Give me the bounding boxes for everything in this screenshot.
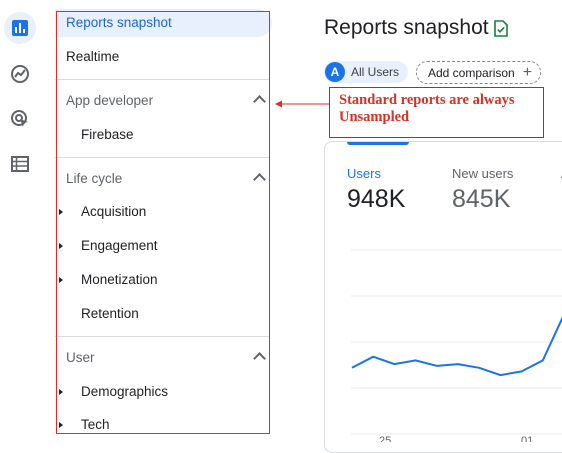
add-comparison-button[interactable]: Add comparison + [416, 61, 542, 84]
caret-right-icon [59, 209, 63, 215]
nav-divider [55, 79, 269, 80]
nav-item-label: Tech [81, 417, 110, 432]
nav-item-tech[interactable]: Tech [55, 411, 272, 439]
nav-item-retention[interactable]: Retention [55, 300, 272, 328]
caret-right-icon [59, 422, 63, 428]
caret-right-icon [59, 243, 63, 249]
nav-item-reports-snapshot[interactable]: Reports snapshot [55, 9, 272, 37]
explore-icon [11, 65, 29, 83]
nav-item-acquisition[interactable]: Acquisition [55, 198, 272, 226]
nav-divider [55, 157, 269, 158]
annotation-line-2: Unsampled [339, 109, 410, 125]
nav-item-realtime[interactable]: Realtime [55, 43, 272, 71]
library-rail-button[interactable] [4, 148, 36, 180]
nav-item-demographics[interactable]: Demographics [55, 378, 272, 406]
nav-item-firebase[interactable]: Firebase [55, 121, 272, 149]
comparison-chip-all-users[interactable]: A All Users [324, 61, 409, 83]
section-title: Life cycle [66, 171, 123, 186]
nav-item-monetization[interactable]: Monetization [55, 266, 272, 294]
nav-item-engagement[interactable]: Engagement [55, 232, 272, 260]
section-user[interactable]: User [55, 344, 272, 372]
annotation-arrow [275, 100, 330, 108]
explore-rail-button[interactable] [4, 58, 36, 90]
advertising-rail-button[interactable] [4, 103, 36, 135]
section-app-developer[interactable]: App developer [55, 87, 272, 115]
report-status-icon[interactable] [494, 20, 508, 37]
overview-card: Users 948K New users 845K A 2501 [324, 141, 562, 453]
nav-item-label: Demographics [81, 384, 169, 399]
icon-rail [0, 0, 48, 441]
reports-rail-button[interactable] [4, 12, 36, 44]
section-title: App developer [66, 93, 154, 108]
avatar: A [325, 62, 345, 82]
chevron-up-icon [253, 173, 266, 186]
chevron-up-icon [253, 352, 266, 365]
nav-item-label: Monetization [81, 272, 158, 287]
reports-nav: Reports snapshot Realtime App developer … [47, 0, 275, 441]
bar-chart-icon [12, 20, 28, 36]
annotation-callout: Standard reports are always Unsampled [329, 87, 544, 138]
caret-right-icon [59, 389, 63, 395]
series-line [351, 316, 562, 377]
nav-item-label: Engagement [81, 238, 158, 253]
page-title: Reports snapshot [324, 16, 489, 39]
chip-label: All Users [351, 65, 400, 79]
advertising-icon [11, 110, 28, 127]
nav-item-label: Acquisition [81, 204, 147, 219]
section-title: User [66, 350, 95, 365]
add-comparison-label: Add comparison [428, 65, 515, 80]
section-life-cycle[interactable]: Life cycle [55, 165, 272, 193]
caret-right-icon [59, 277, 63, 283]
plus-icon: + [522, 63, 533, 81]
list-icon [11, 156, 29, 172]
users-line-chart: 25 01 [351, 249, 562, 442]
nav-divider [55, 336, 269, 337]
chevron-up-icon [253, 95, 266, 108]
annotation-line-1: Standard reports are always [339, 92, 515, 108]
